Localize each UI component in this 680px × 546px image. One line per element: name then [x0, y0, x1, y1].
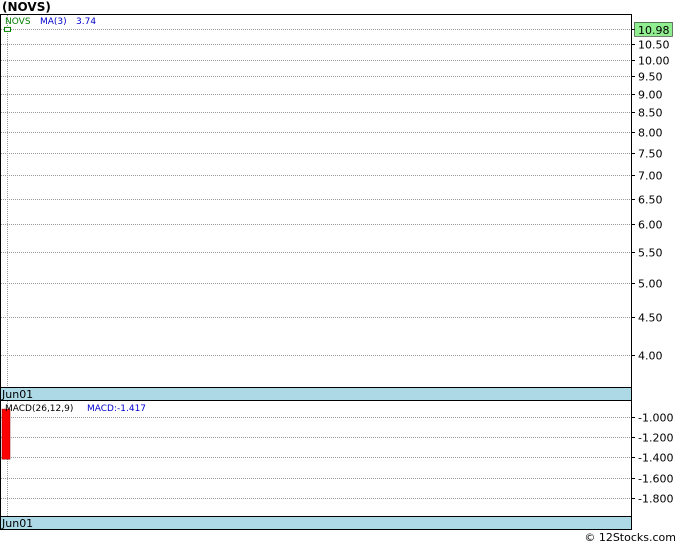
price-tick-label: 10.50	[638, 39, 670, 52]
last-price-label: 10.98	[638, 24, 670, 37]
price-date-strip	[0, 387, 632, 401]
stock-chart: 11.0010.5010.009.509.008.508.007.507.006…	[0, 14, 673, 530]
price-tick-label: 10.00	[638, 55, 670, 68]
macd-tick-label: -1.800	[638, 493, 673, 506]
macd-bar	[1, 408, 11, 460]
macd-marks	[1, 408, 11, 460]
price-tick-label: 8.00	[638, 127, 663, 140]
price-tick-label: 5.50	[638, 247, 663, 260]
macd-tick-label: -1.400	[638, 452, 673, 465]
watermark: © 12Stocks.com	[584, 531, 676, 544]
macd-legend-label: MACD(26,12,9)	[5, 404, 73, 414]
legend-ma: MA(3)	[40, 17, 67, 27]
price-date-label: Jun01	[1, 388, 33, 401]
price-candle	[4, 26, 11, 32]
macd-tick-label: -1.000	[638, 412, 673, 425]
price-tick-label: 9.00	[638, 89, 663, 102]
macd-date-label: Jun01	[1, 517, 33, 530]
price-tick-label: 6.00	[638, 219, 663, 232]
price-tick-label: 6.50	[638, 194, 663, 207]
price-tick-label: 4.00	[638, 350, 663, 363]
price-tick-label: 9.50	[638, 71, 663, 84]
price-tick-label: 4.50	[638, 312, 663, 325]
macd-date-strip	[0, 516, 632, 530]
legend-symbol: NOVS	[5, 17, 31, 27]
macd-tick-label: -1.200	[638, 432, 673, 445]
price-panel	[0, 14, 632, 388]
macd-tick-label: -1.600	[638, 473, 673, 486]
price-tick-label: 8.50	[638, 107, 663, 120]
price-tick-label: 7.50	[638, 148, 663, 161]
legend-ma-value: 3.74	[76, 17, 96, 27]
price-axis: 11.0010.5010.009.509.008.508.007.507.006…	[638, 24, 670, 363]
price-tick-label: 7.00	[638, 170, 663, 183]
price-tick-label: 5.00	[638, 278, 663, 291]
macd-legend-value: MACD:-1.417	[87, 404, 146, 414]
macd-axis: -1.000 -1.200 -1.400 -1.600 -1.800	[638, 412, 673, 506]
